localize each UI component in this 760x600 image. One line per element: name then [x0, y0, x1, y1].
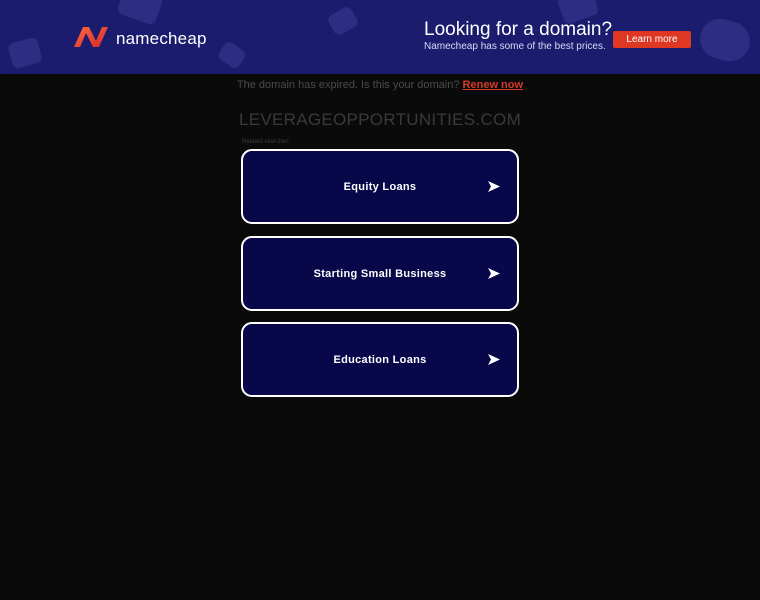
arrow-right-icon [488, 181, 500, 192]
background-decoration [326, 4, 360, 38]
background-decoration [116, 0, 164, 26]
promo-title: Looking for a domain? [424, 19, 613, 40]
renew-now-link[interactable]: Renew now [463, 79, 524, 91]
related-link-label: Education Loans [333, 353, 427, 366]
related-link-education-loans[interactable]: Education Loans [241, 322, 519, 397]
related-link-label: Starting Small Business [313, 267, 447, 280]
expired-notice-text: The domain has expired. Is this your dom… [236, 79, 460, 91]
namecheap-logo-icon [74, 27, 108, 47]
background-decoration [695, 14, 755, 66]
domain-title: LEVERAGEOPPORTUNITIES.COM [238, 110, 522, 129]
learn-more-button[interactable]: Learn more [613, 31, 691, 48]
related-link-label: Equity Loans [343, 180, 417, 193]
expired-notice: The domain has expired. Is this your dom… [0, 79, 760, 91]
related-link-equity-loans[interactable]: Equity Loans [241, 149, 519, 224]
brand-name: namecheap [116, 29, 207, 48]
promo-subtitle: Namecheap has some of the best prices. [424, 41, 606, 52]
namecheap-banner[interactable]: namecheap Looking for a domain? Namechea… [0, 0, 760, 74]
arrow-right-icon [488, 268, 500, 279]
arrow-right-icon [488, 354, 500, 365]
related-searches-label: Related searches [242, 139, 289, 145]
related-link-starting-small-business[interactable]: Starting Small Business [241, 236, 519, 311]
background-decoration [7, 36, 43, 70]
background-decoration [216, 39, 248, 71]
